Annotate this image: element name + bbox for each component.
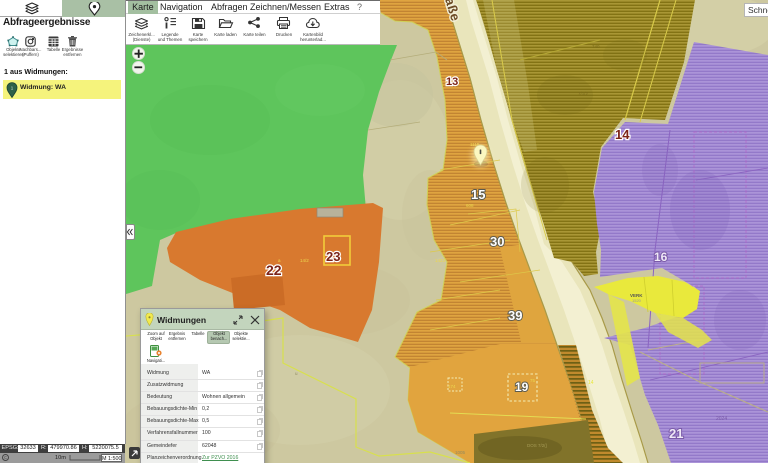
svg-text:1423: 1423	[435, 258, 446, 263]
svg-text:13: 13	[446, 76, 458, 88]
svg-text:19: 19	[515, 380, 529, 394]
svg-text:14/2: 14/2	[300, 258, 309, 263]
svg-text:1005: 1005	[455, 450, 466, 455]
svg-text:39: 39	[508, 308, 522, 323]
svg-text:14: 14	[588, 380, 594, 386]
svg-text:speichern: speichern	[188, 37, 208, 42]
svg-text:Drucken: Drucken	[276, 32, 293, 37]
svg-text:DOS 7/2(): DOS 7/2()	[527, 443, 548, 448]
svg-text:608: 608	[466, 203, 474, 208]
svg-text:Karte laden: Karte laden	[214, 32, 237, 37]
svg-text:herunterlad...: herunterlad...	[300, 37, 326, 42]
svg-text:740: 740	[592, 44, 600, 49]
svg-text:14: 14	[615, 127, 630, 142]
svg-text:22: 22	[266, 262, 282, 278]
svg-text:7/1/2: 7/1/2	[578, 91, 589, 96]
svg-text:75: 75	[530, 378, 536, 383]
svg-text:21: 21	[669, 426, 683, 441]
svg-text:(Dienste): (Dienste)	[133, 37, 151, 42]
svg-text:174: 174	[448, 384, 456, 389]
svg-text:16: 16	[654, 250, 668, 264]
svg-text:2024: 2024	[716, 416, 727, 422]
svg-text:Karte teilen: Karte teilen	[243, 32, 266, 37]
svg-text:23: 23	[326, 249, 340, 264]
svg-text:30: 30	[490, 234, 504, 249]
svg-text:und Themen: und Themen	[158, 37, 183, 42]
svg-text:15: 15	[471, 187, 485, 202]
svg-text:1520: 1520	[632, 298, 642, 303]
